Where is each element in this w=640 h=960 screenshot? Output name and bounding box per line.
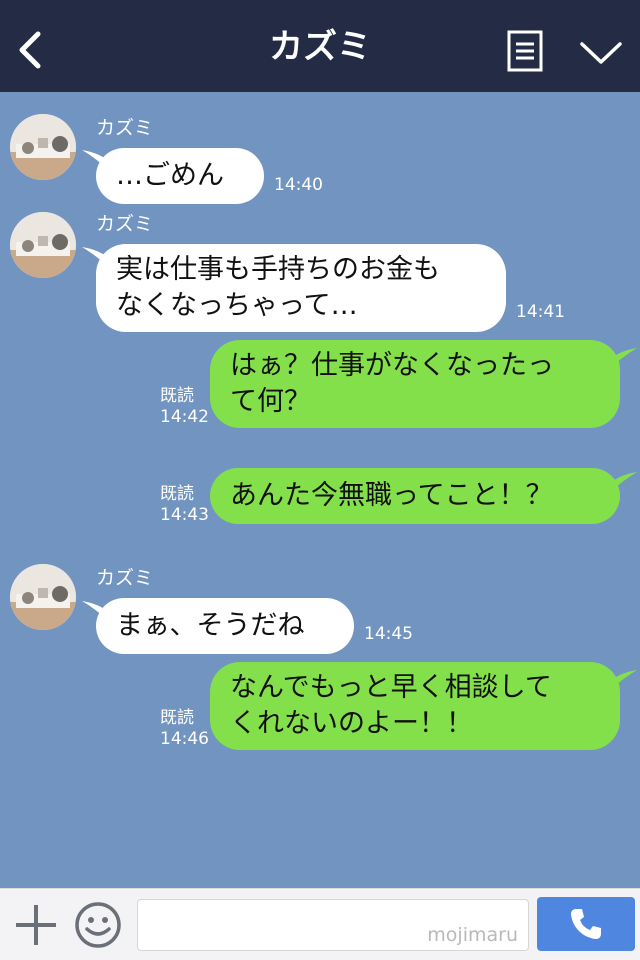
cat-photo-icon: [10, 564, 76, 630]
cat-photo-icon: [10, 114, 76, 180]
message-input[interactable]: mojimaru: [137, 899, 529, 951]
plus-icon[interactable]: [14, 903, 58, 947]
avatar[interactable]: [10, 564, 76, 630]
message-time: 14:42: [160, 407, 209, 427]
read-receipt: 既読 14:43: [160, 484, 209, 526]
avatar[interactable]: [10, 114, 76, 180]
read-receipt: 既読 14:46: [160, 708, 209, 750]
message-bubble[interactable]: …ごめん: [96, 148, 264, 204]
message-bubble[interactable]: はぁ？仕事がなくなったっ て何？: [210, 340, 620, 428]
read-receipt: 既読 14:42: [160, 386, 209, 428]
message-bubble[interactable]: まぁ、そうだね: [96, 598, 354, 654]
message-list[interactable]: カズミ …ごめん 14:40 カズミ 実は仕事も手持ちのお金も なくなっちゃって…: [0, 92, 640, 888]
sender-name: カズミ: [96, 117, 154, 139]
read-label: 既読: [160, 386, 194, 406]
message-time: 14:46: [160, 729, 209, 749]
message-time: 14:45: [364, 624, 413, 644]
input-bar: mojimaru: [0, 888, 640, 960]
message-time: 14:41: [516, 302, 565, 322]
smile-icon[interactable]: [74, 901, 122, 949]
read-label: 既読: [160, 484, 194, 504]
bubble-tail: [607, 472, 637, 492]
call-button[interactable]: [537, 897, 635, 951]
chat-title: カズミ: [269, 27, 371, 67]
sender-name: カズミ: [96, 567, 154, 589]
message-time: 14:40: [274, 175, 323, 195]
chevron-down-icon[interactable]: [578, 38, 624, 68]
phone-icon: [571, 909, 601, 939]
bubble-tail: [607, 670, 637, 690]
sender-name: カズミ: [96, 213, 154, 235]
message-bubble[interactable]: あんた今無職ってこと！？: [210, 468, 620, 524]
note-icon[interactable]: [507, 30, 543, 72]
message-bubble[interactable]: 実は仕事も手持ちのお金も なくなっちゃって…: [96, 244, 506, 332]
read-label: 既読: [160, 708, 194, 728]
bubble-tail: [607, 348, 637, 368]
message-time: 14:43: [160, 505, 209, 525]
chat-header: カズミ: [0, 0, 640, 92]
cat-photo-icon: [10, 212, 76, 278]
avatar[interactable]: [10, 212, 76, 278]
message-bubble[interactable]: なんでもっと早く相談して くれないのよー！！: [210, 662, 620, 750]
input-watermark: mojimaru: [427, 924, 518, 946]
